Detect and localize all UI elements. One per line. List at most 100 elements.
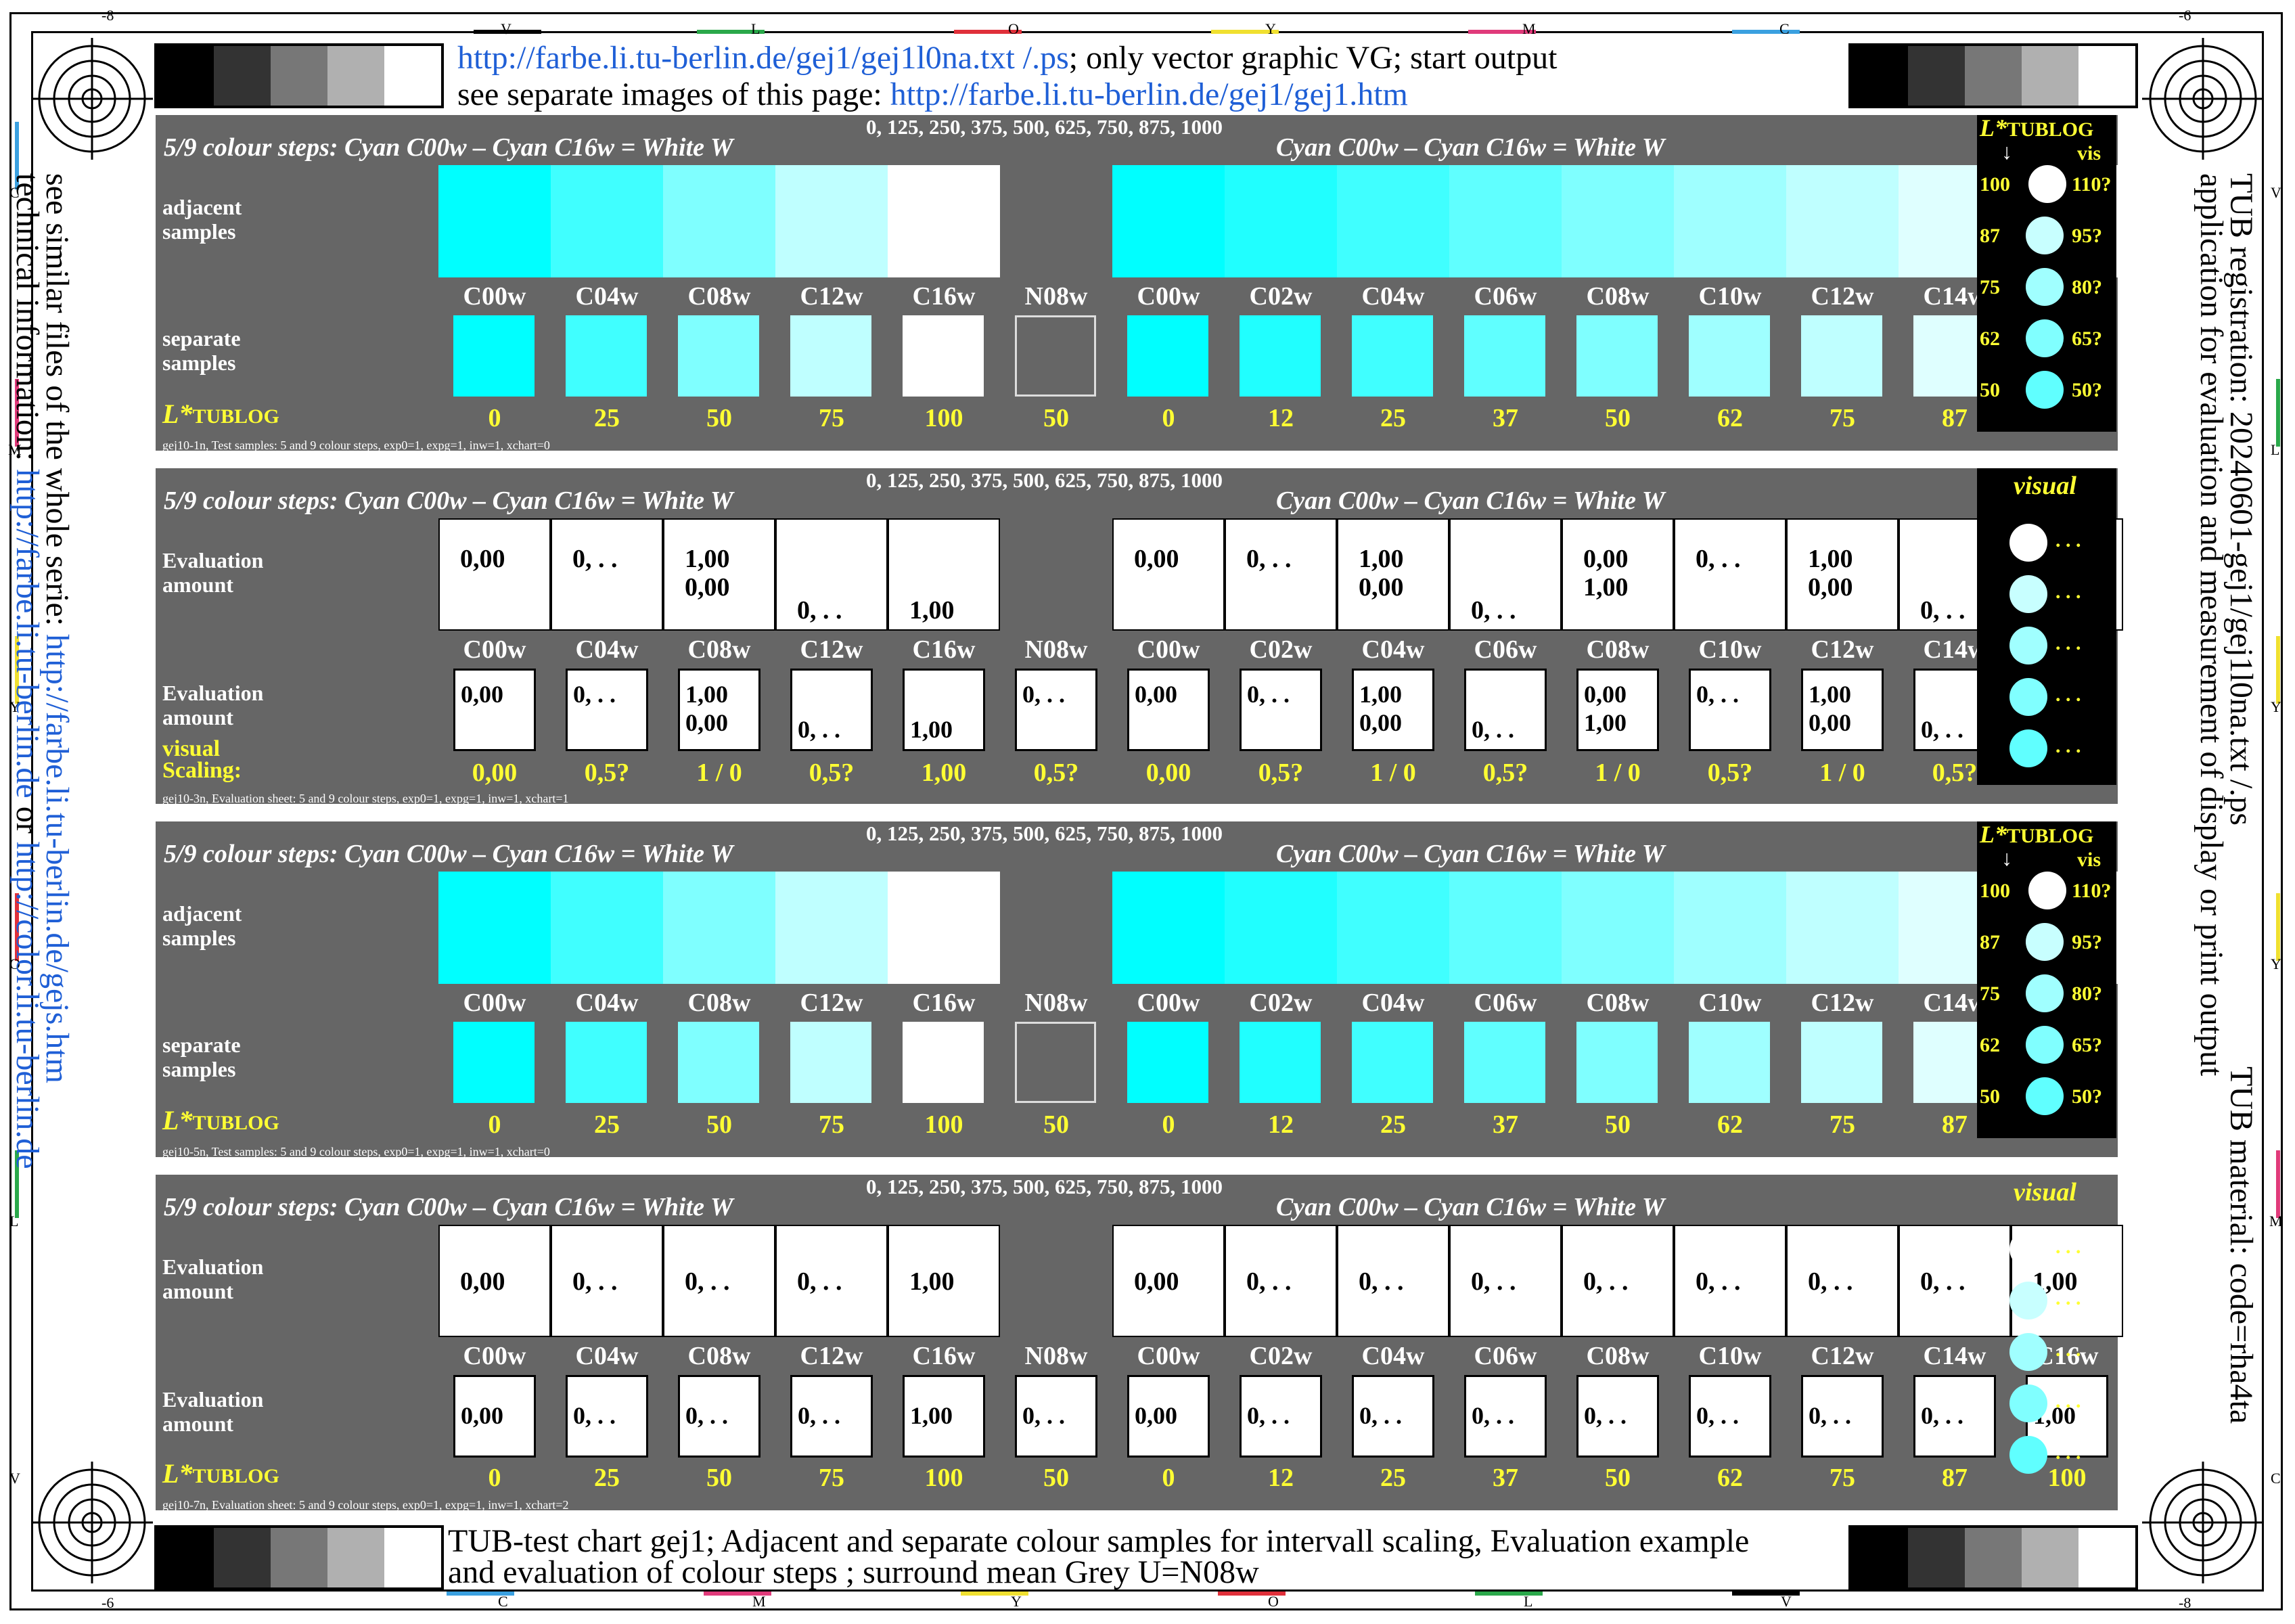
separate-sample <box>1464 315 1545 397</box>
adjacent-sample <box>1674 872 1786 984</box>
evaluation-cell[interactable]: 0, . . <box>1449 1225 1562 1337</box>
evaluation-cell[interactable]: 0, . . <box>1674 518 1786 631</box>
evaluation-box[interactable]: 0, . . <box>678 1375 760 1458</box>
lstar-value: 0 <box>488 1464 501 1492</box>
evaluation-cell[interactable]: 0, . . <box>1449 518 1562 631</box>
lstar-value: 25 <box>1380 1464 1406 1492</box>
evaluation-cell[interactable]: 0,00 <box>1112 518 1225 631</box>
adjacent-sample <box>1225 165 1337 277</box>
evaluation-amount-label: Evaluation amount <box>162 1387 264 1436</box>
evaluation-value: 0, . . <box>1246 1267 1292 1296</box>
evaluation-box[interactable]: 1,00 0,00 <box>1801 669 1884 751</box>
code-label: C10w <box>1698 282 1762 311</box>
evaluation-box[interactable]: 0, . . <box>790 1375 873 1458</box>
scaling-label: Scaling: <box>162 758 242 783</box>
evaluation-box[interactable]: 0, . . <box>566 1375 648 1458</box>
evaluation-cell[interactable]: 0, . . <box>1674 1225 1786 1337</box>
adjacent-sample <box>1786 165 1899 277</box>
lstar-value: 12 <box>1268 1110 1294 1139</box>
evaluation-box[interactable]: 0, . . <box>1801 1375 1884 1458</box>
lstar-value: 25 <box>594 1110 620 1139</box>
evaluation-box[interactable]: 0, . . <box>790 669 873 751</box>
evaluation-cell[interactable]: 0,00 <box>438 1225 551 1337</box>
header-link-htm[interactable]: http://farbe.li.tu-berlin.de/gej1/gej1.h… <box>890 76 1408 112</box>
code-label: C04w <box>1361 282 1425 311</box>
evaluation-box[interactable]: 0, . . <box>566 669 648 751</box>
code-label: C00w <box>463 989 526 1017</box>
evaluation-box[interactable]: 1,00 <box>903 1375 985 1458</box>
scaling-value: 0,5? <box>1482 759 1528 787</box>
evaluation-box[interactable]: 0, . . <box>1464 1375 1547 1458</box>
evaluation-box[interactable]: 0,00 <box>453 1375 536 1458</box>
sidebar-circle <box>2009 1384 2047 1422</box>
right-side-line-2: application for evaluation and measureme… <box>2194 173 2229 1077</box>
scaling-value: 1 / 0 <box>1595 759 1641 787</box>
evaluation-value-top: 0, . . <box>572 545 618 573</box>
left-side-link-color[interactable]: http://color.li.tu-berlin.de <box>9 842 45 1169</box>
evaluation-cell[interactable]: 0,00 <box>1112 1225 1225 1337</box>
sidebar-dots: . . . <box>2055 1338 2081 1361</box>
evaluation-box[interactable]: 0,00 1,00 <box>1576 669 1659 751</box>
evaluation-box[interactable]: 0, . . <box>1240 1375 1322 1458</box>
lstar-value: 12 <box>1268 1464 1294 1492</box>
header-line-1-text: ; only vector graphic VG; start output <box>1068 40 1558 76</box>
code-label: C08w <box>1586 635 1650 664</box>
evaluation-box[interactable]: 0, . . <box>1689 1375 1771 1458</box>
code-label: C02w <box>1249 282 1313 311</box>
evaluation-cell[interactable]: 1,00 0,00 <box>1337 518 1449 631</box>
evaluation-cell[interactable]: 0, . . <box>1225 518 1337 631</box>
evaluation-cell[interactable]: 0, . . <box>775 518 888 631</box>
evaluation-box[interactable]: 0,00 <box>1127 669 1210 751</box>
evaluation-value-bottom: 0,00 <box>1809 709 1851 736</box>
header-link-txt[interactable]: http://farbe.li.tu-berlin.de/gej1/gej1l0… <box>457 40 1069 76</box>
evaluation-cell[interactable]: 0,00 <box>438 518 551 631</box>
lstar-sub: TUBLOG <box>192 1465 279 1487</box>
evaluation-box[interactable]: 1,00 0,00 <box>678 669 760 751</box>
scaling-value: 1 / 0 <box>1819 759 1865 787</box>
evaluation-cell[interactable]: 0, . . <box>1225 1225 1337 1337</box>
evaluation-box[interactable]: 0,00 <box>1127 1375 1210 1458</box>
lstar-value: 25 <box>594 1464 620 1492</box>
lstar-value: 75 <box>1830 1464 1855 1492</box>
evaluation-box[interactable]: 0, . . <box>1015 1375 1097 1458</box>
sidebar-title-sub: TUBLOG <box>2007 825 2094 847</box>
evaluation-cell[interactable]: 1,00 0,00 <box>1786 518 1899 631</box>
evaluation-value-top: 0,00 <box>1583 545 1629 573</box>
evaluation-cell[interactable]: 0, . . <box>1337 1225 1449 1337</box>
evaluation-box[interactable]: 0, . . <box>1015 669 1097 751</box>
evaluation-box[interactable]: 1,00 <box>903 669 985 751</box>
left-side-link-farbe[interactable]: http://farbe.li.tu-berlin.de <box>9 469 45 798</box>
evaluation-box[interactable]: 0, . . <box>1689 669 1771 751</box>
evaluation-cell[interactable]: 0, . . <box>551 518 663 631</box>
panel-title-right: Cyan C00w – Cyan C16w = White W <box>1276 487 1665 515</box>
evaluation-box[interactable]: 0, . . <box>1240 669 1322 751</box>
evaluation-box[interactable]: 0, . . <box>1352 1375 1434 1458</box>
evaluation-cell[interactable]: 1,00 0,00 <box>663 518 775 631</box>
evaluation-cell[interactable]: 1,00 <box>888 1225 1000 1337</box>
evaluation-cell[interactable]: 0, . . <box>1786 1225 1899 1337</box>
evaluation-cell[interactable]: 0, . . <box>775 1225 888 1337</box>
sidebar-left-value: 75 <box>1980 276 2000 298</box>
corner-label-tl: -8 <box>101 7 114 24</box>
evaluation-cell[interactable]: 0, . . <box>551 1225 663 1337</box>
sidebar-circle <box>2009 729 2047 767</box>
code-label: C08w <box>1586 989 1650 1017</box>
sidebar-circle <box>2026 1077 2064 1115</box>
sidebar-dots: . . . <box>2055 529 2081 551</box>
right-side-line-1b: TUB material: code=rha4ta <box>2223 1066 2259 1424</box>
evaluation-value-top: 0,00 <box>461 681 503 708</box>
evaluation-value: 0, . . <box>1921 1402 1963 1429</box>
evaluation-cell[interactable]: 0, . . <box>1562 1225 1674 1337</box>
sidebar-title: L*TUBLOG <box>1980 820 2093 849</box>
evaluation-box[interactable]: 0, . . <box>1576 1375 1659 1458</box>
adjacent-sample <box>1337 165 1449 277</box>
evaluation-box[interactable]: 1,00 0,00 <box>1352 669 1434 751</box>
sidebar-circle <box>2028 872 2066 909</box>
evaluation-cell[interactable]: 1,00 <box>888 518 1000 631</box>
evaluation-cell[interactable]: 0, . . <box>663 1225 775 1337</box>
evaluation-box[interactable]: 0, . . <box>1464 669 1547 751</box>
evaluation-value-bottom: 0,00 <box>685 709 728 736</box>
evaluation-cell[interactable]: 0,00 1,00 <box>1562 518 1674 631</box>
evaluation-value: 0,00 <box>1135 1402 1177 1429</box>
evaluation-box[interactable]: 0,00 <box>453 669 536 751</box>
